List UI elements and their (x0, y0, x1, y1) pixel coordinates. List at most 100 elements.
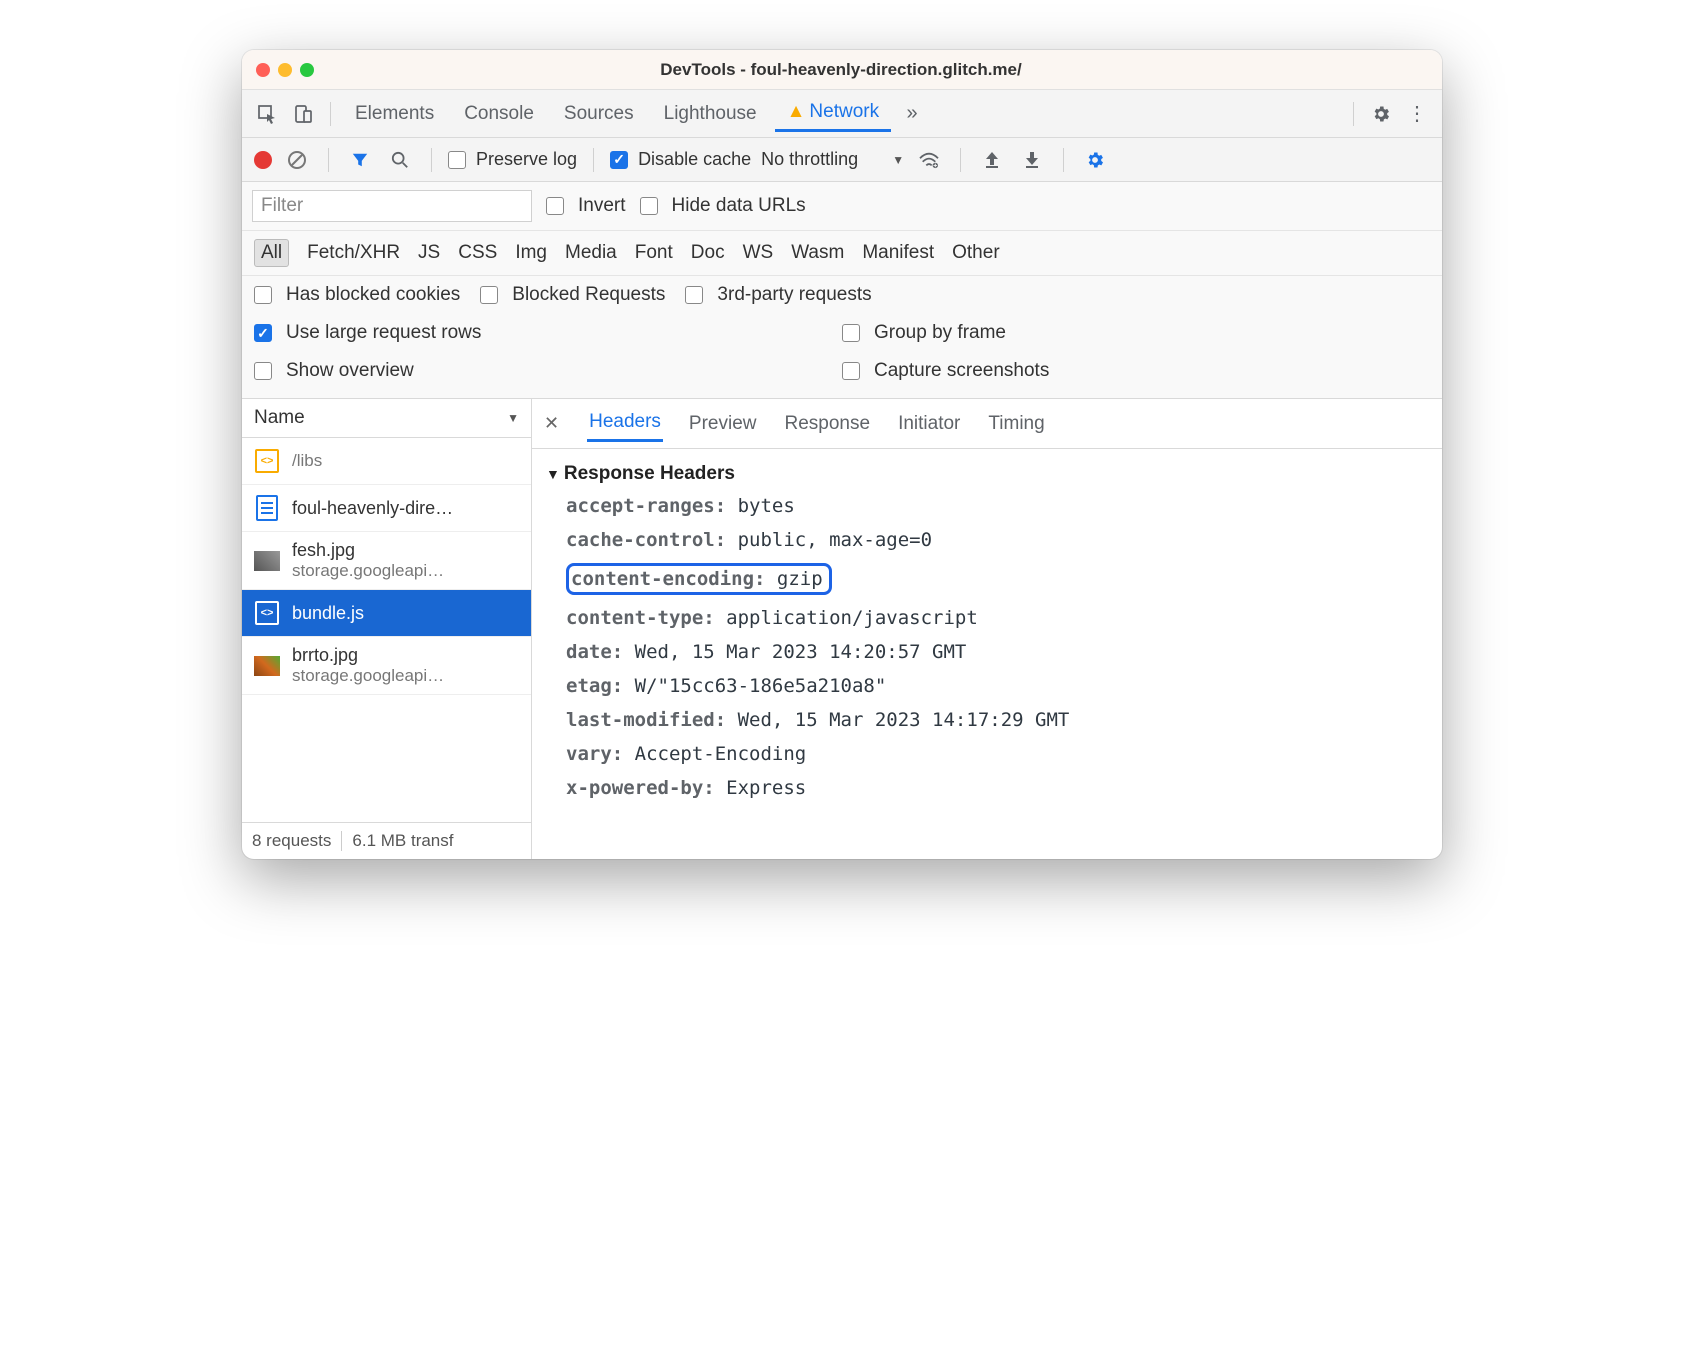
close-window-button[interactable] (256, 63, 270, 77)
header-row: etag: W/"15cc63-186e5a210a8" (546, 669, 1428, 703)
detail-tab-preview[interactable]: Preview (687, 407, 759, 441)
download-har-icon[interactable] (1017, 145, 1047, 175)
disable-cache-checkbox[interactable]: ✓ (610, 151, 628, 169)
close-detail-icon[interactable]: ✕ (544, 413, 559, 434)
detail-pane: ✕ Headers Preview Response Initiator Tim… (532, 399, 1442, 859)
name-column-header[interactable]: Name ▼ (242, 399, 531, 438)
settings-icon[interactable] (1366, 99, 1396, 129)
tab-lighthouse[interactable]: Lighthouse (652, 97, 769, 131)
blocked-cookies-label: Has blocked cookies (286, 284, 460, 306)
preserve-log-checkbox[interactable] (448, 151, 466, 169)
image-thumbnail-icon (254, 656, 280, 676)
throttling-select[interactable]: No throttling ▼ (761, 149, 904, 170)
request-row-selected[interactable]: <> bundle.js (242, 590, 531, 637)
network-settings-icon[interactable] (1080, 145, 1110, 175)
clear-button[interactable] (282, 145, 312, 175)
header-row: cache-control: public, max-age=0 (546, 523, 1428, 557)
third-party-checkbox[interactable] (685, 286, 703, 304)
network-toolbar: Preserve log ✓ Disable cache No throttli… (242, 138, 1442, 182)
type-css[interactable]: CSS (458, 242, 497, 264)
inspect-element-icon[interactable] (252, 99, 282, 129)
request-row[interactable]: <> /libs (242, 438, 531, 485)
zoom-window-button[interactable] (300, 63, 314, 77)
request-row[interactable]: fesh.jpgstorage.googleapi… (242, 532, 531, 590)
detail-tab-response[interactable]: Response (783, 407, 873, 441)
request-row[interactable]: foul-heavenly-dire… (242, 485, 531, 532)
record-button[interactable] (254, 151, 272, 169)
type-fetch-xhr[interactable]: Fetch/XHR (307, 242, 400, 264)
kebab-menu-icon[interactable]: ⋮ (1402, 99, 1432, 129)
hide-data-urls-checkbox[interactable] (640, 197, 658, 215)
device-toolbar-icon[interactable] (288, 99, 318, 129)
window-controls (256, 63, 314, 77)
header-list: accept-ranges: bytescache-control: publi… (546, 489, 1428, 805)
type-media[interactable]: Media (565, 242, 617, 264)
chevron-down-icon: ▼ (892, 153, 904, 167)
disable-cache-label: Disable cache (638, 149, 751, 170)
blocked-cookies-checkbox[interactable] (254, 286, 272, 304)
detail-tab-headers[interactable]: Headers (587, 405, 663, 442)
resource-type-row: All Fetch/XHR JS CSS Img Media Font Doc … (242, 231, 1442, 276)
type-other[interactable]: Other (952, 242, 1000, 264)
large-rows-checkbox[interactable]: ✓ (254, 324, 272, 342)
invert-checkbox[interactable] (546, 197, 564, 215)
status-bar: 8 requests 6.1 MB transf (242, 822, 531, 859)
header-row: vary: Accept-Encoding (546, 737, 1428, 771)
filter-icon[interactable] (345, 145, 375, 175)
request-row[interactable]: brrto.jpgstorage.googleapi… (242, 637, 531, 695)
upload-har-icon[interactable] (977, 145, 1007, 175)
capture-screenshots-checkbox[interactable] (842, 362, 860, 380)
tab-elements[interactable]: Elements (343, 97, 446, 131)
tab-console[interactable]: Console (452, 97, 546, 131)
blocked-requests-checkbox[interactable] (480, 286, 498, 304)
detail-tab-timing[interactable]: Timing (986, 407, 1046, 441)
type-doc[interactable]: Doc (691, 242, 725, 264)
filter-input[interactable]: Filter (252, 190, 532, 222)
large-rows-label: Use large request rows (286, 322, 481, 344)
header-row: accept-ranges: bytes (546, 489, 1428, 523)
hide-data-urls-label: Hide data URLs (672, 195, 806, 217)
detail-tab-initiator[interactable]: Initiator (896, 407, 962, 441)
titlebar: DevTools - foul-heavenly-direction.glitc… (242, 50, 1442, 90)
js-file-icon: <> (255, 449, 279, 473)
filter-row: Filter Invert Hide data URLs (242, 182, 1442, 231)
type-ws[interactable]: WS (743, 242, 774, 264)
disclosure-triangle-icon: ▼ (546, 466, 560, 482)
chevron-down-icon: ▼ (507, 411, 519, 425)
warning-icon: ▲ (787, 101, 806, 123)
group-frame-checkbox[interactable] (842, 324, 860, 342)
header-row: content-encoding: gzip (546, 557, 1428, 601)
request-count: 8 requests (252, 831, 342, 851)
type-js[interactable]: JS (418, 242, 440, 264)
type-wasm[interactable]: Wasm (791, 242, 844, 264)
more-tabs-icon[interactable]: » (897, 99, 927, 129)
minimize-window-button[interactable] (278, 63, 292, 77)
type-manifest[interactable]: Manifest (862, 242, 934, 264)
main-split: Name ▼ <> /libs foul-heavenly-dire… fesh… (242, 399, 1442, 859)
window-title: DevTools - foul-heavenly-direction.glitc… (314, 60, 1368, 80)
main-tabs: Elements Console Sources Lighthouse ▲Net… (242, 90, 1442, 138)
tab-sources[interactable]: Sources (552, 97, 646, 131)
type-img[interactable]: Img (515, 242, 547, 264)
invert-label: Invert (578, 195, 626, 217)
header-row: last-modified: Wed, 15 Mar 2023 14:17:29… (546, 703, 1428, 737)
options-rows: Has blocked cookies Blocked Requests 3rd… (242, 276, 1442, 399)
document-file-icon (256, 495, 278, 521)
show-overview-checkbox[interactable] (254, 362, 272, 380)
response-headers-section[interactable]: ▼ Response Headers (546, 459, 1428, 489)
image-thumbnail-icon (254, 551, 280, 571)
tab-network[interactable]: ▲Network (775, 95, 892, 132)
search-icon[interactable] (385, 145, 415, 175)
header-row: content-type: application/javascript (546, 601, 1428, 635)
network-conditions-icon[interactable] (914, 145, 944, 175)
type-font[interactable]: Font (635, 242, 673, 264)
headers-body: ▼ Response Headers accept-ranges: bytesc… (532, 449, 1442, 859)
type-all[interactable]: All (254, 239, 289, 267)
third-party-label: 3rd-party requests (717, 284, 871, 306)
transfer-size: 6.1 MB transf (352, 831, 463, 851)
preserve-log-label: Preserve log (476, 149, 577, 170)
request-list: <> /libs foul-heavenly-dire… fesh.jpgsto… (242, 438, 531, 822)
js-file-icon: <> (255, 601, 279, 625)
capture-screenshots-label: Capture screenshots (874, 360, 1049, 382)
requests-pane: Name ▼ <> /libs foul-heavenly-dire… fesh… (242, 399, 532, 859)
